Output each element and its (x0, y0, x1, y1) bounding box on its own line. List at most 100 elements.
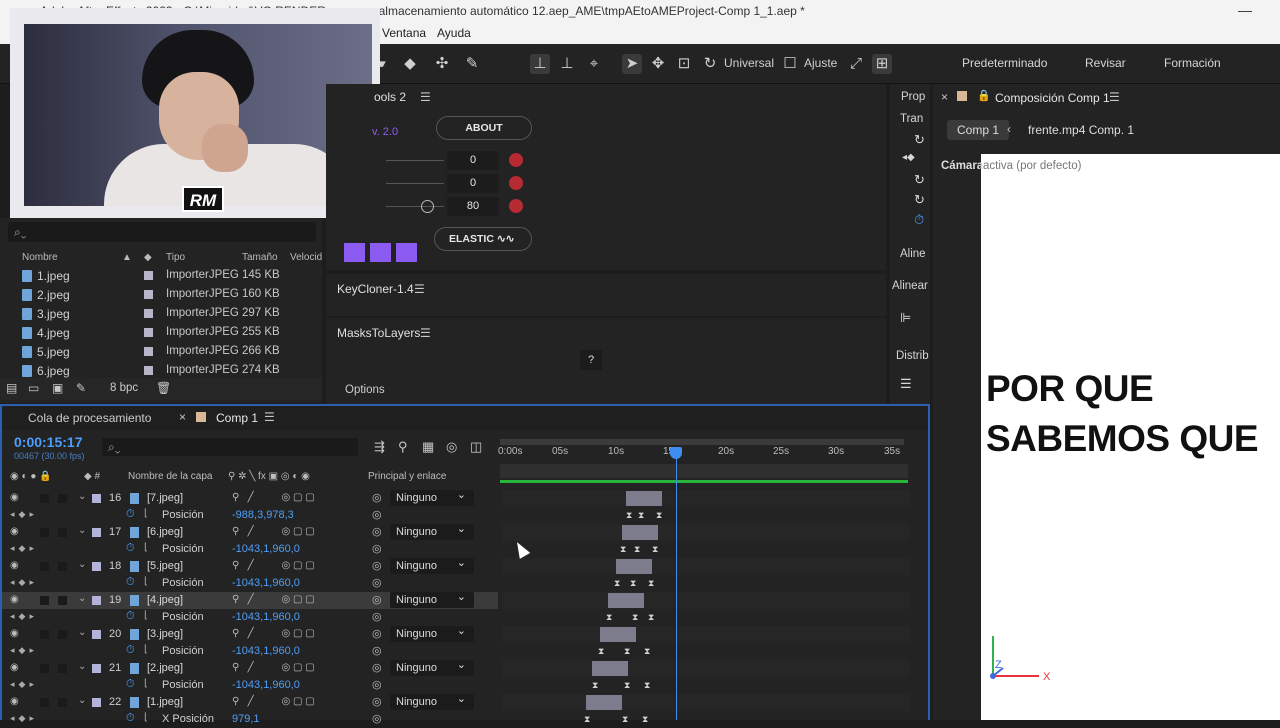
easing-preset-2[interactable] (370, 243, 391, 262)
record-button-1[interactable] (509, 153, 523, 167)
layer-switches-icons[interactable]: ⚲ ╱ ◎ ▢ ▢ (232, 492, 315, 503)
file-row[interactable]: 1.jpeg ImporterJPEG 145 KB (0, 266, 322, 285)
reset-icon[interactable]: ↻ (914, 192, 925, 208)
solo-toggle[interactable] (40, 664, 49, 673)
reset-icon[interactable]: ↻ (914, 172, 925, 188)
label-color[interactable] (144, 347, 153, 356)
lock-toggle[interactable] (58, 494, 67, 503)
interpret-footage-icon[interactable]: ▤ (6, 381, 17, 395)
layer-switches-icons[interactable]: ⚲ ╱ ◎ ▢ ▢ (232, 696, 315, 707)
lock-icon[interactable]: 🔒 (977, 89, 991, 102)
properties-tab[interactable]: Prop (901, 91, 925, 103)
layer-duration-bar[interactable] (592, 661, 628, 676)
snap-checkbox-icon[interactable]: ☐ (780, 54, 800, 74)
world-axis-icon[interactable]: ⊥ (557, 54, 577, 74)
options-label[interactable]: Options (345, 384, 385, 396)
distribute-icon[interactable]: ☰ (900, 376, 912, 392)
current-timecode[interactable]: 0:00:15:17 (14, 434, 83, 450)
pickwhip-icon[interactable]: ◎ (372, 695, 382, 708)
visibility-eye-icon[interactable]: ◉ (10, 560, 19, 571)
graph-icon[interactable]: ⌊ (144, 678, 148, 689)
expression-pickwhip-icon[interactable]: ◎ (372, 576, 382, 589)
parent-select[interactable]: Ninguno (390, 623, 474, 642)
property-value[interactable]: -988,3,978,3 (232, 509, 294, 521)
keyframe-nav-icon[interactable]: ◂◆▸ (10, 509, 38, 520)
layer-row[interactable]: ◉ ⌄ 16 [7.jpeg] ⚲ ╱ ◎ ▢ ▢ ◎ Ninguno (2, 487, 498, 507)
chevron-left-icon[interactable]: ‹ (1007, 122, 1011, 136)
layer-row[interactable]: ◉ ⌄ 17 [6.jpeg] ⚲ ╱ ◎ ▢ ▢ ◎ Ninguno (2, 521, 498, 541)
keyframe[interactable]: ⧗ (592, 680, 598, 691)
project-search-input[interactable]: ⌕⌄ (8, 222, 316, 242)
local-axis-icon[interactable]: ⊥ (530, 54, 550, 74)
panel-menu-icon[interactable]: ☰ (264, 410, 275, 424)
graph-icon[interactable]: ⌊ (144, 610, 148, 621)
layer-name[interactable]: [5.jpeg] (147, 560, 183, 572)
eraser-icon[interactable]: ◆ (400, 54, 420, 74)
draft-3d-icon[interactable]: ⚲ (398, 439, 408, 455)
keyframe[interactable]: ⧗ (624, 680, 630, 691)
visibility-eye-icon[interactable]: ◉ (10, 696, 19, 707)
snap-label[interactable]: Ajuste (804, 56, 837, 70)
sort-arrow-icon[interactable]: ▲ (122, 252, 132, 263)
lock-toggle[interactable] (58, 698, 67, 707)
trash-icon[interactable]: 🗑 (156, 381, 171, 395)
keyframe[interactable]: ⧗ (648, 612, 654, 623)
property-value[interactable]: -1043,1,960,0 (232, 611, 300, 623)
lock-toggle[interactable] (58, 596, 67, 605)
keyframe[interactable]: ⧗ (620, 544, 626, 555)
value-field-1[interactable]: 0 (447, 151, 499, 170)
layer-row[interactable]: ◉ ⌄ 20 [3.jpeg] ⚲ ╱ ◎ ▢ ▢ ◎ Ninguno (2, 623, 498, 643)
keyframe[interactable]: ⧗ (634, 544, 640, 555)
expression-pickwhip-icon[interactable]: ◎ (372, 508, 382, 521)
layer-switches-icons[interactable]: ⚲ ╱ ◎ ▢ ▢ (232, 662, 315, 673)
expand-chevron-icon[interactable]: ⌄ (78, 661, 86, 672)
layer-duration-bar[interactable] (616, 559, 652, 574)
layer-label-color[interactable] (92, 698, 101, 707)
expand-chevron-icon[interactable]: ⌄ (78, 559, 86, 570)
property-value[interactable]: -1043,1,960,0 (232, 543, 300, 555)
frame-blending-icon[interactable]: ◎ (446, 439, 457, 455)
column-size[interactable]: Tamaño (242, 252, 278, 263)
layer-track[interactable] (502, 558, 910, 575)
layer-row[interactable]: ◉ ⌄ 21 [2.jpeg] ⚲ ╱ ◎ ▢ ▢ ◎ Ninguno (2, 657, 498, 677)
easing-preset-3[interactable] (396, 243, 417, 262)
solo-toggle[interactable] (40, 698, 49, 707)
visibility-eye-icon[interactable]: ◉ (10, 526, 19, 537)
layer-track[interactable] (502, 626, 910, 643)
property-row[interactable]: ◂◆▸ ⏱ ⌊ Posición -1043,1,960,0 ◎ (2, 575, 498, 592)
keyframe-nav-icon[interactable]: ◂◆▸ (10, 679, 38, 690)
pickwhip-icon[interactable]: ◎ (372, 491, 382, 504)
visibility-eye-icon[interactable]: ◉ (10, 492, 19, 503)
time-navigator[interactable] (500, 439, 904, 445)
parent-select[interactable]: Ninguno (390, 555, 474, 574)
layer-track[interactable] (502, 592, 910, 609)
label-column-icon[interactable]: ◆ (144, 252, 152, 263)
comp-mini-flowchart-icon[interactable]: ⇶ (374, 439, 385, 455)
breadcrumb-next[interactable]: frente.mp4 Comp. 1 (1028, 123, 1134, 137)
layer-track[interactable] (502, 524, 910, 541)
menu-ventana[interactable]: Ventana (382, 26, 426, 40)
layer-name[interactable]: [4.jpeg] (147, 594, 183, 606)
reset-icon[interactable]: ↻ (914, 132, 925, 148)
easing-preset-1[interactable] (344, 243, 365, 262)
layer-row[interactable]: ◉ ⌄ 19 [4.jpeg] ⚲ ╱ ◎ ▢ ▢ ◎ Ninguno (2, 589, 498, 609)
timeline-search-input[interactable]: ⌕⌄ (102, 438, 358, 456)
expression-pickwhip-icon[interactable]: ◎ (372, 644, 382, 657)
view-axis-icon[interactable]: ⌖ (584, 54, 604, 74)
elastic-button[interactable]: ELASTIC ∿∿ (434, 227, 532, 251)
graph-icon[interactable]: ⌊ (144, 712, 148, 723)
stopwatch-icon[interactable]: ⏱ (126, 542, 135, 555)
stopwatch-icon[interactable]: ⏱ (126, 508, 135, 521)
record-button-3[interactable] (509, 199, 523, 213)
label-color[interactable] (144, 309, 153, 318)
expression-pickwhip-icon[interactable]: ◎ (372, 542, 382, 555)
layer-name[interactable]: [6.jpeg] (147, 526, 183, 538)
keyframe-nav-icon[interactable]: ◂◆▸ (10, 645, 38, 656)
keyframe-nav-icon[interactable]: ◂◆▸ (10, 543, 38, 554)
pickwhip-icon[interactable]: ◎ (372, 559, 382, 572)
layer-track[interactable] (502, 490, 910, 507)
stopwatch-icon[interactable]: ⏱ (126, 644, 135, 657)
keyframe[interactable]: ⧗ (644, 680, 650, 691)
value-field-3[interactable]: 80 (447, 197, 499, 216)
hand-tool-icon[interactable]: ✥ (648, 54, 668, 74)
